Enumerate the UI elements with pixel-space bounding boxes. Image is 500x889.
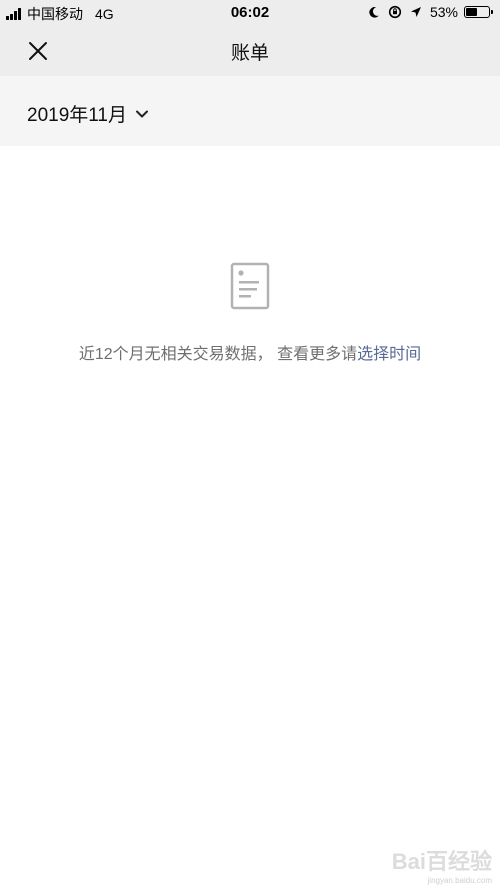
status-bar: 中国移动 4G 06:02 53% — [0, 0, 500, 26]
battery-icon — [464, 6, 493, 18]
location-icon — [410, 6, 422, 18]
watermark-url: jingyan.baidu.com — [427, 876, 492, 885]
month-selector[interactable]: 2019年11月 — [27, 100, 149, 127]
chevron-down-icon — [135, 109, 149, 119]
month-label: 2019年11月 — [27, 105, 127, 126]
battery-percentage: 53% — [429, 4, 458, 20]
moon-icon — [368, 6, 380, 19]
battery-fill — [466, 8, 477, 16]
watermark: Bai百经验 jingyan.baidu.com — [392, 844, 492, 885]
empty-message-text: 近12个月无相关交易数据， 查看更多请 — [78, 346, 358, 363]
navigation-bar: 账单 — [0, 26, 500, 76]
select-time-link[interactable]: 选择时间 — [357, 346, 421, 363]
watermark-logo: Bai百经验 — [391, 849, 492, 874]
document-icon — [230, 262, 270, 315]
close-button[interactable] — [22, 36, 54, 66]
close-icon — [29, 42, 47, 60]
page-title: 账单 — [230, 43, 269, 64]
status-right: 53% — [368, 4, 493, 20]
empty-message: 近12个月无相关交易数据， 查看更多请选择时间 — [0, 340, 500, 364]
month-filter-bar: 2019年11月 — [0, 76, 500, 146]
rotation-lock-icon — [388, 5, 402, 19]
